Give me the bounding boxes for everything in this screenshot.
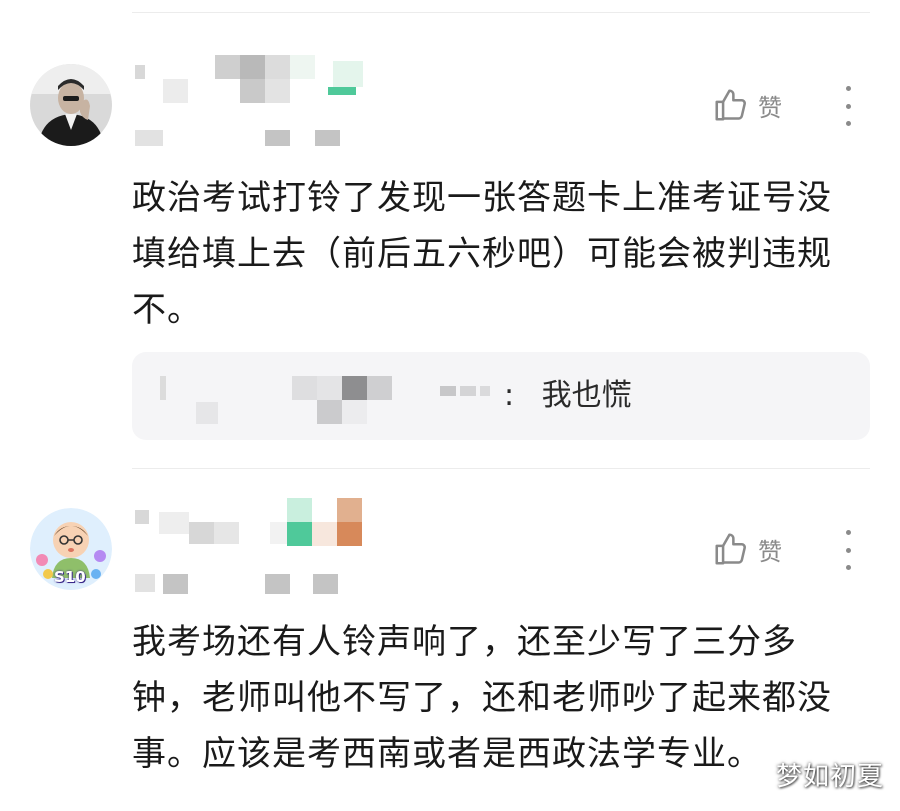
reply-separator: : — [504, 378, 515, 413]
thumbs-up-icon — [715, 89, 746, 121]
like-button[interactable]: 赞 — [712, 530, 782, 568]
like-label: 赞 — [758, 93, 782, 122]
more-options-button[interactable] — [838, 86, 858, 126]
like-label: 赞 — [758, 537, 782, 566]
more-vertical-icon-dot — [845, 565, 851, 570]
more-options-button[interactable] — [838, 530, 858, 570]
reply-username-pixelated — [160, 376, 500, 426]
meta-pixelated — [135, 572, 355, 596]
comment-divider — [132, 468, 870, 469]
more-vertical-icon-dot — [845, 121, 851, 126]
top-divider — [132, 12, 870, 13]
avatar[interactable] — [30, 64, 112, 146]
thumbs-up-icon — [715, 533, 746, 565]
reply-text: 我也慌 — [541, 378, 632, 413]
avatar-badge: S10 — [54, 568, 86, 586]
more-vertical-icon-dot — [845, 547, 851, 553]
more-vertical-icon-dot — [845, 103, 851, 109]
avatar-image — [30, 64, 112, 146]
comment-feed: 赞 政治考试打铃了发现一张答题卡上准考证号没填给填上去（前后五六秒吧）可能会被判… — [0, 0, 900, 811]
watermark: 梦如初夏 — [775, 762, 884, 792]
reply-preview[interactable]: : 我也慌 — [132, 352, 870, 440]
reply-text-line: : 我也慌 — [504, 373, 632, 419]
more-vertical-icon-dot — [845, 530, 851, 535]
avatar[interactable]: S10 — [30, 508, 112, 590]
more-vertical-icon-dot — [845, 86, 851, 91]
comment-text: 我考场还有人铃声响了，还至少写了三分多钟，老师叫他不写了，还和老师吵了起来都没事… — [132, 622, 832, 774]
like-button[interactable]: 赞 — [712, 86, 782, 124]
username-pixelated[interactable] — [135, 498, 365, 550]
comment-text: 政治考试打铃了发现一张答题卡上准考证号没填给填上去（前后五六秒吧）可能会被判违规… — [132, 178, 832, 330]
username-pixelated[interactable] — [135, 55, 365, 103]
meta-pixelated — [135, 128, 355, 148]
